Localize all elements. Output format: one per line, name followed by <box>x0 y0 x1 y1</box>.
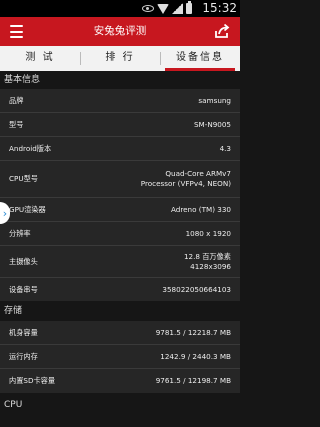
info-row-brand: 品牌 samsung <box>0 89 240 113</box>
row-label: CPU型号 <box>9 174 38 183</box>
info-row-gpu-renderer: GPU渲染器 Adreno (TM) 330 <box>0 198 240 222</box>
row-label: 运行内存 <box>9 351 38 361</box>
tab-ranking[interactable]: 排 行 <box>80 46 160 71</box>
basic-info-card: 品牌 samsung 型号 SM-N9005 Android版本 4.3 CPU… <box>0 89 240 301</box>
row-label: 型号 <box>9 119 24 129</box>
row-value: Quad-Core ARMv7 Processor (VFPv4, NEON) <box>141 169 231 189</box>
chevron-right-icon: › <box>2 206 8 220</box>
info-row-ram: 运行内存 1242.9 / 2440.3 MB <box>0 345 240 369</box>
row-value: samsung <box>198 95 231 105</box>
row-value-line: 4128x3096 <box>190 261 231 271</box>
tab-device-info[interactable]: 设备信息 <box>160 46 240 71</box>
info-row-internal-storage: 机身容量 9781.5 / 12218.7 MB <box>0 321 240 345</box>
status-icons <box>142 1 192 15</box>
row-value: 1242.9 / 2440.3 MB <box>160 351 231 361</box>
info-row-imei: 设备串号 358022050664103 <box>0 278 240 301</box>
row-value: 358022050664103 <box>162 284 231 294</box>
app-bar: 安兔兔评测 <box>0 17 240 46</box>
tab-test[interactable]: 测 试 <box>0 46 80 71</box>
row-value: SM-N9005 <box>193 119 231 129</box>
app-title: 安兔兔评测 <box>93 25 147 37</box>
row-label: 品牌 <box>9 95 24 105</box>
row-label: Android版本 <box>9 143 52 153</box>
row-value: 12.8 百万像素 4128x3096 <box>184 252 231 272</box>
info-row-sd-card: 内置SD卡容量 9761.5 / 12198.7 MB <box>0 369 240 393</box>
row-value-line: Quad-Core ARMv7 <box>165 169 231 178</box>
row-value: 9761.5 / 12198.7 MB <box>155 376 231 385</box>
section-header-basic: 基本信息 <box>0 71 240 89</box>
signal-icon <box>172 3 183 14</box>
row-value-line: 12.8 百万像素 <box>183 251 231 261</box>
row-value: 1080 x 1920 <box>185 228 231 238</box>
row-label: 机身容量 <box>9 327 38 337</box>
info-row-resolution: 分辨率 1080 x 1920 <box>0 222 240 246</box>
row-value-line: Processor (VFPv4, NEON) <box>140 179 231 188</box>
eye-icon <box>142 5 154 12</box>
tab-bar: 测 试 排 行 设备信息 <box>0 46 240 71</box>
device-info-list[interactable]: 基本信息 品牌 samsung 型号 SM-N9005 Android版本 4.… <box>0 71 240 427</box>
tab-divider <box>160 52 161 65</box>
battery-icon <box>186 1 192 14</box>
row-value: 9781.5 / 12218.7 MB <box>155 327 231 337</box>
row-value: 4.3 <box>219 143 231 153</box>
info-row-main-camera: 主摄像头 12.8 百万像素 4128x3096 <box>0 246 240 278</box>
row-label: GPU渲染器 <box>9 204 46 214</box>
wifi-icon <box>157 3 169 14</box>
row-value: Adreno (TM) 330 <box>170 204 231 214</box>
row-label: 分辨率 <box>9 228 31 238</box>
row-label: 内置SD卡容量 <box>9 376 56 385</box>
info-row-android-version: Android版本 4.3 <box>0 137 240 161</box>
status-time: 15:32 <box>202 1 237 15</box>
storage-card: 机身容量 9781.5 / 12218.7 MB 运行内存 1242.9 / 2… <box>0 321 240 393</box>
info-row-cpu-model: CPU型号 Quad-Core ARMv7 Processor (VFPv4, … <box>0 161 240 198</box>
share-icon[interactable] <box>214 23 230 39</box>
tab-divider <box>80 52 81 65</box>
row-label: 设备串号 <box>9 284 38 294</box>
status-bar: 15:32 <box>0 0 240 17</box>
section-header-storage: 存储 <box>0 301 240 321</box>
row-label: 主摄像头 <box>9 256 38 266</box>
section-header-cpu: CPU <box>0 393 240 417</box>
info-row-model: 型号 SM-N9005 <box>0 113 240 137</box>
